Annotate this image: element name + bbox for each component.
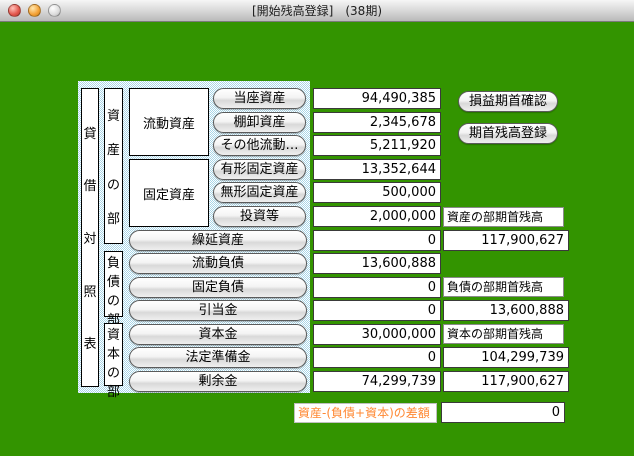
char: 表 (83, 333, 96, 352)
char: 本 (107, 343, 120, 362)
category-fixed-assets: 固定資産 (129, 159, 209, 227)
investments-button[interactable]: 投資等 (213, 206, 306, 227)
char: 負 (107, 252, 120, 271)
window-title: [開始残高登録] (38期) (0, 0, 634, 22)
assets-opening-balance-total: 117,900,627 (443, 230, 569, 251)
current-liabilities-button[interactable]: 流動負債 (129, 253, 307, 274)
other-current-assets-button[interactable]: その他流動… (213, 135, 306, 156)
opening-balance-register-button[interactable]: 期首残高登録 (458, 123, 558, 144)
char: の (107, 362, 120, 381)
char: 対 (83, 228, 96, 247)
intangible-fixed-assets-button[interactable]: 無形固定資産 (213, 182, 306, 203)
section-assets-label: 資 産 の 部 (104, 88, 123, 244)
legal-reserves-button[interactable]: 法定準備金 (129, 347, 307, 368)
fixed-liabilities-button[interactable]: 固定負債 (129, 277, 307, 298)
balance-sheet-vertical-label: 貸 借 対 照 表 (81, 88, 99, 387)
capital-opening-balance-label: 資本の部期首残高 (443, 324, 564, 344)
char: 借 (83, 175, 96, 194)
allowances-button[interactable]: 引当金 (129, 300, 307, 321)
other-current-assets-field[interactable] (313, 135, 441, 156)
char: の (107, 174, 120, 193)
char: 資 (107, 324, 120, 343)
difference-field[interactable] (441, 402, 565, 423)
intangible-fixed-assets-field[interactable] (313, 182, 441, 203)
section-liabilities-label: 負 債 の 部 (104, 251, 123, 317)
tangible-fixed-assets-field[interactable] (313, 159, 441, 180)
char: 部 (107, 381, 120, 400)
deferred-assets-field[interactable] (313, 230, 441, 251)
char: 貸 (83, 123, 96, 142)
quick-assets-field[interactable] (313, 88, 441, 109)
inventory-assets-button[interactable]: 棚卸資産 (213, 112, 306, 133)
liabilities-opening-balance-label: 負債の部期首残高 (443, 277, 564, 297)
title-bar: [開始残高登録] (38期) (0, 0, 634, 22)
surplus-field[interactable] (313, 371, 441, 392)
current-liabilities-field[interactable] (313, 253, 441, 274)
char: 債 (107, 271, 120, 290)
profit-loss-opening-check-button[interactable]: 損益期首確認 (458, 91, 558, 112)
fixed-liabilities-field[interactable] (313, 277, 441, 298)
investments-field[interactable] (313, 206, 441, 227)
liabilities-opening-balance-total: 13,600,888 (443, 300, 569, 321)
capital-stock-field[interactable] (313, 324, 441, 345)
liabilities-plus-capital-total: 117,900,627 (443, 371, 569, 392)
surplus-button[interactable]: 剰余金 (129, 371, 307, 392)
char: 部 (107, 208, 120, 227)
app-window: [開始残高登録] (38期) 貸 借 対 照 表 資 産 の 部 負 債 の 部… (0, 0, 634, 456)
char: の (107, 290, 120, 309)
char: 資 (107, 105, 120, 124)
allowances-field[interactable] (313, 300, 441, 321)
assets-opening-balance-label: 資産の部期首残高 (443, 207, 564, 227)
char: 産 (107, 139, 120, 158)
quick-assets-button[interactable]: 当座資産 (213, 88, 306, 109)
inventory-assets-field[interactable] (313, 112, 441, 133)
deferred-assets-button[interactable]: 繰延資産 (129, 230, 307, 251)
legal-reserves-field[interactable] (313, 347, 441, 368)
capital-stock-button[interactable]: 資本金 (129, 324, 307, 345)
capital-opening-balance-total: 104,299,739 (443, 347, 569, 368)
section-capital-label: 資 本 の 部 (104, 323, 123, 386)
tangible-fixed-assets-button[interactable]: 有形固定資産 (213, 159, 306, 180)
char: 照 (83, 281, 96, 300)
category-current-assets: 流動資産 (129, 88, 209, 156)
difference-label: 資産-(負債+資本)の差額 (294, 403, 437, 423)
